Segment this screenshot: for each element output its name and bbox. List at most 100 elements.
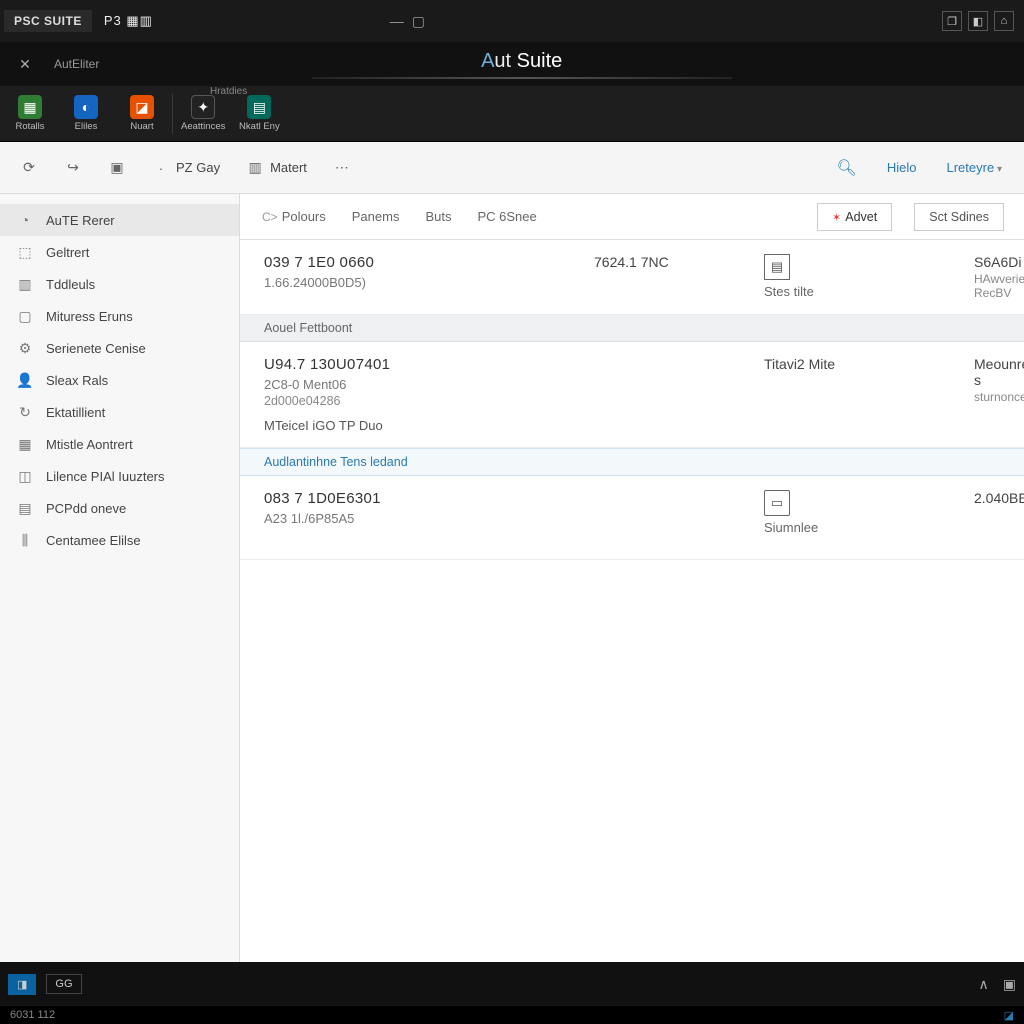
window-restore-icon[interactable]: ❐ bbox=[942, 11, 962, 31]
item-caption: Stes tilte bbox=[764, 284, 964, 299]
start-button[interactable]: ◨ bbox=[8, 974, 36, 995]
sidebar-item-ektat[interactable]: ↻Ektatillient bbox=[0, 396, 239, 428]
item-code: 7624.1 7NC bbox=[594, 254, 754, 270]
window-home-icon[interactable]: ⌂ bbox=[994, 11, 1014, 31]
item-detail: MTeiceI iGO TP Duo bbox=[264, 418, 584, 433]
ribbon-toolbar: Hratdies ▦Rotalls ◐Eliles ◪Nuart ✦Aeatti… bbox=[0, 86, 1024, 142]
sidebar-item-lilence[interactable]: ◫Lilence PIAl Iuuzters bbox=[0, 460, 239, 492]
sidebar-item-mtistle[interactable]: ▦Mtistle Aontrert bbox=[0, 428, 239, 460]
status-text: 6031 112 bbox=[10, 1009, 55, 1021]
main-panel: C>Polours Panems Buts PC 6Snee ✶Advet Sc… bbox=[240, 194, 1024, 962]
status-line: 6031 112 ◪ bbox=[0, 1006, 1024, 1024]
subtitle-bar: ✕ AutEliter Aut Suite bbox=[0, 42, 1024, 86]
module-button[interactable]: ▣ bbox=[100, 155, 134, 181]
window-snap-icon[interactable]: ◧ bbox=[968, 11, 988, 31]
item-id: 039 7 1E0 0660 bbox=[264, 254, 584, 271]
record-list: 039 7 1E0 0660 1.66.24000B0D5) 7624.1 7N… bbox=[240, 240, 1024, 962]
doc-icon: ▤ bbox=[16, 499, 34, 517]
item-subid: 1.66.24000B0D5) bbox=[264, 275, 584, 290]
tab-buts[interactable]: Buts bbox=[423, 203, 453, 230]
item-id: 083 7 1D0E6301 bbox=[264, 490, 584, 507]
add-button[interactable]: ✶Advet bbox=[817, 203, 892, 231]
app-suite-badge: PSC SUITE bbox=[4, 10, 92, 32]
tab-pc6snee[interactable]: PC 6Snee bbox=[475, 203, 538, 230]
sidebar-item-mituress[interactable]: ▢Mituress Eruns bbox=[0, 300, 239, 332]
sidebar-item-centamee[interactable]: ⫼Centamee Elilse bbox=[0, 524, 239, 556]
minimize-icon[interactable]: — bbox=[390, 13, 404, 30]
breadcrumb[interactable]: AutEliter bbox=[50, 57, 99, 71]
sidebar-item-sleax[interactable]: 👤Sleax Rals bbox=[0, 364, 239, 396]
help-link[interactable]: Hielo bbox=[877, 156, 927, 179]
ribbon-tile-eliles[interactable]: ◐Eliles bbox=[64, 95, 108, 132]
search-icon[interactable]: 🔍︎ bbox=[827, 154, 867, 182]
status-corner-icon[interactable]: ◪ bbox=[1004, 1009, 1014, 1022]
product-code: P3 ▦▥ bbox=[104, 13, 153, 29]
globe-icon: ◐ bbox=[74, 95, 98, 119]
title-bar: PSC SUITE P3 ▦▥ — ▢ ❐ ◧ ⌂ bbox=[0, 0, 1024, 42]
item-caption: Titavi2 Mite bbox=[764, 356, 964, 372]
tab-polours[interactable]: C>Polours bbox=[260, 203, 328, 230]
sidebar-item-geltrert[interactable]: ⬚Geltrert bbox=[0, 236, 239, 268]
more-button[interactable]: ⋯ bbox=[325, 155, 359, 181]
item-subid: 2C8-0 Ment06 bbox=[264, 377, 584, 392]
language-dropdown[interactable]: Lreteyre bbox=[936, 156, 1012, 179]
item-status: 2.040BEEI bbox=[974, 490, 1024, 506]
refresh-button[interactable]: ⟳ bbox=[12, 155, 46, 181]
refresh-icon: ⟳ bbox=[20, 159, 38, 177]
list-item[interactable]: U94.7 130U07401 2C8-0 Ment06 2d000e04286… bbox=[240, 342, 1024, 448]
app-title: Aut Suite bbox=[99, 50, 944, 79]
dot-icon: · bbox=[152, 159, 170, 177]
maximize-small-icon[interactable]: ▢ bbox=[412, 13, 425, 30]
placeholder-icon: ⬚ bbox=[16, 243, 34, 261]
item-extra: 2d000e04286 bbox=[264, 394, 584, 408]
matert-button[interactable]: ▥Matert bbox=[238, 155, 315, 181]
pz-gay-button[interactable]: ·PZ Gay bbox=[144, 155, 228, 181]
user-icon: 👤 bbox=[16, 371, 34, 389]
pin-icon: ✶ bbox=[832, 212, 841, 224]
forward-button[interactable]: ↪ bbox=[56, 155, 90, 181]
radar-icon: ◔ bbox=[16, 211, 34, 229]
ribbon-group-label: Hratdies bbox=[210, 86, 247, 97]
section-header: Aouel Fettboont bbox=[240, 315, 1024, 342]
forward-icon: ↪ bbox=[64, 159, 82, 177]
section-link-header[interactable]: Audlantinhne Tens ledand bbox=[240, 448, 1024, 476]
sidebar-item-tddleuls[interactable]: ▥Tddleuls bbox=[0, 268, 239, 300]
square-icon: ▢ bbox=[16, 307, 34, 325]
sidebar-item-serienete[interactable]: ⚙Serienete Cenise bbox=[0, 332, 239, 364]
sidebar-item-aute-rerer[interactable]: ◔AuTE Rerer bbox=[0, 204, 239, 236]
tray-up-icon[interactable]: ∧ bbox=[979, 976, 989, 993]
more-icon: ⋯ bbox=[333, 159, 351, 177]
ribbon-separator bbox=[172, 94, 173, 134]
list-item[interactable]: 083 7 1D0E6301 A23 1l./6P85A5 ▭ Siumnlee… bbox=[240, 476, 1024, 560]
tab-bar: C>Polours Panems Buts PC 6Snee ✶Advet Sc… bbox=[240, 194, 1024, 240]
sidebar-item-pcpdd[interactable]: ▤PCPdd oneve bbox=[0, 492, 239, 524]
tab-panems[interactable]: Panems bbox=[350, 203, 402, 230]
folder-icon: ▭ bbox=[764, 490, 790, 516]
ribbon-tile-nuart[interactable]: ◪Nuart bbox=[120, 95, 164, 132]
item-status: S6A6Di bbox=[974, 254, 1024, 270]
ribbon-tile-nkatleny[interactable]: ▤Nkatl Eny bbox=[237, 95, 281, 132]
cycle-icon: ↻ bbox=[16, 403, 34, 421]
box-icon: ◪ bbox=[130, 95, 154, 119]
tray-note-icon[interactable]: ▣ bbox=[1003, 976, 1016, 993]
module-icon: ▣ bbox=[108, 159, 126, 177]
list-icon: ▥ bbox=[16, 275, 34, 293]
item-status: Meounredin s bbox=[974, 356, 1024, 388]
taskbar-app-button[interactable]: GG bbox=[46, 974, 81, 994]
ribbon-tile-rotalls[interactable]: ▦Rotalls bbox=[8, 95, 52, 132]
disk-icon: ▤ bbox=[247, 95, 271, 119]
grid-icon: ▦ bbox=[18, 95, 42, 119]
item-note: sturnonce. bbox=[974, 390, 1024, 404]
item-caption: Siumnlee bbox=[764, 520, 964, 535]
gear-icon: ⚙ bbox=[16, 339, 34, 357]
sparkle-icon: ✦ bbox=[191, 95, 215, 119]
panel-icon: ◫ bbox=[16, 467, 34, 485]
list-item[interactable]: 039 7 1E0 0660 1.66.24000B0D5) 7624.1 7N… bbox=[240, 240, 1024, 315]
settings-button[interactable]: Sct Sdines bbox=[914, 203, 1004, 231]
ribbon-tile-aeattinces[interactable]: ✦Aeattinces bbox=[181, 95, 225, 132]
sidebar: ◔AuTE Rerer ⬚Geltrert ▥Tddleuls ▢Mitures… bbox=[0, 194, 240, 962]
grid2-icon: ▦ bbox=[16, 435, 34, 453]
layout-icon: ▥ bbox=[246, 159, 264, 177]
close-icon[interactable]: ✕ bbox=[19, 56, 31, 73]
item-id: U94.7 130U07401 bbox=[264, 356, 584, 373]
